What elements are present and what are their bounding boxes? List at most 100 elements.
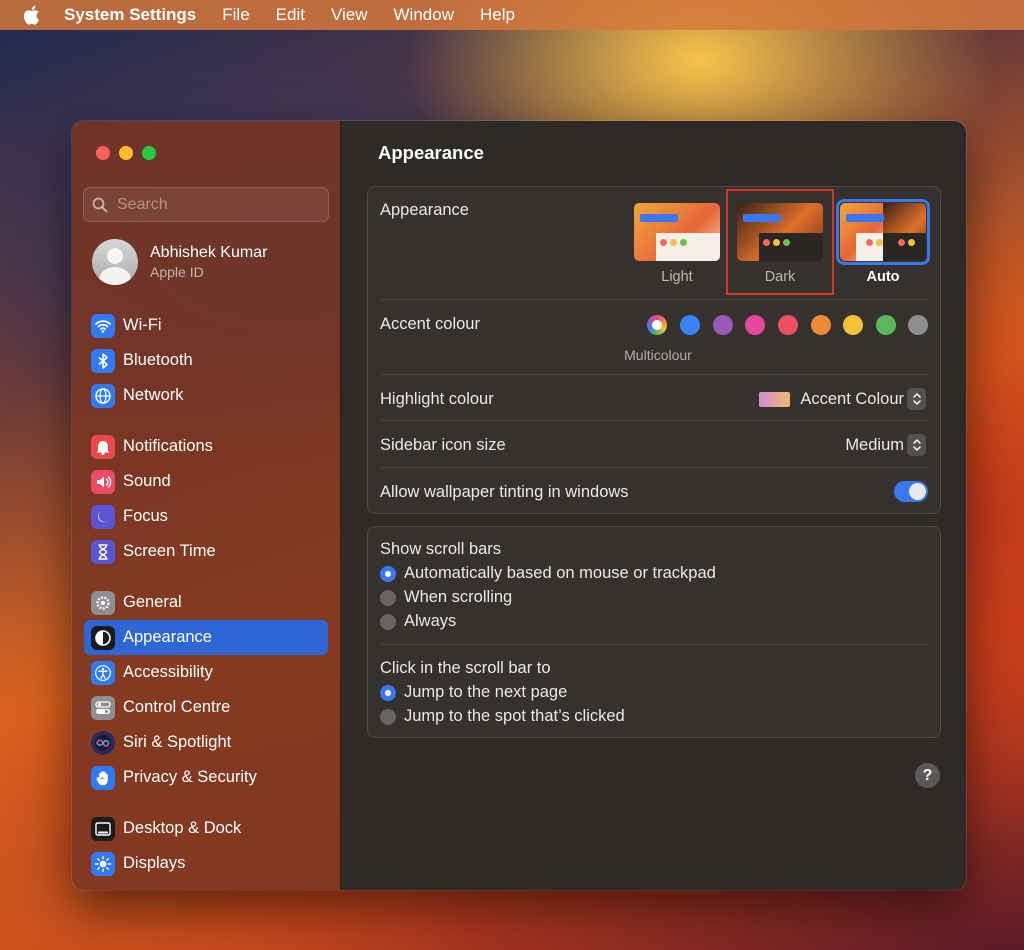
hand-icon xyxy=(91,765,115,790)
divider xyxy=(380,467,928,468)
sidebar-item-label: Siri & Spotlight xyxy=(123,733,232,751)
sidebar-item-sound[interactable]: Sound xyxy=(84,464,328,499)
profile-subtitle: Apple ID xyxy=(150,264,204,280)
search-icon xyxy=(92,197,108,212)
sidebar-item-label: Appearance xyxy=(123,628,212,646)
accent-purple[interactable] xyxy=(713,315,733,335)
apple-logo-icon[interactable] xyxy=(22,5,40,25)
option-label: Jump to the spot that’s clicked xyxy=(404,707,625,725)
sidebar-item-label: Bluetooth xyxy=(123,351,193,369)
accent-yellow[interactable] xyxy=(843,315,863,335)
menu-file[interactable]: File xyxy=(222,5,249,25)
radio-selected[interactable] xyxy=(380,684,396,701)
apple-id-profile[interactable]: Abhishek Kumar Apple ID xyxy=(92,239,267,285)
search-input[interactable] xyxy=(117,195,317,214)
bluetooth-icon xyxy=(91,348,115,373)
close-window-button[interactable] xyxy=(96,146,110,160)
sidebar-item-screen-time[interactable]: Screen Time xyxy=(84,534,328,569)
accent-red[interactable] xyxy=(778,315,798,335)
zoom-window-button[interactable] xyxy=(142,146,156,160)
help-button[interactable]: ? xyxy=(915,763,940,788)
show-scroll-bars-label: Show scroll bars xyxy=(380,540,502,558)
scroll-bars-always-option[interactable]: Always xyxy=(380,612,456,631)
accessibility-icon xyxy=(91,660,115,685)
scroll-click-next-page-option[interactable]: Jump to the next page xyxy=(380,683,567,702)
accent-colour-label: Accent colour xyxy=(380,315,480,333)
highlight-value: Accent Colour xyxy=(800,390,904,408)
wallpaper-tinting-toggle[interactable] xyxy=(894,481,928,502)
sidebar-item-label: Accessibility xyxy=(123,663,213,681)
sidebar-item-label: Displays xyxy=(123,854,186,872)
accent-green[interactable] xyxy=(876,315,896,335)
radio-unselected[interactable] xyxy=(380,613,396,630)
accent-caption: Multicolour xyxy=(624,347,692,363)
light-thumbnail xyxy=(634,203,720,261)
accent-blue[interactable] xyxy=(680,315,700,335)
sidebar-item-accessibility[interactable]: Accessibility xyxy=(84,655,328,690)
sidebar-item-label: Wi-Fi xyxy=(123,316,162,334)
profile-name: Abhishek Kumar xyxy=(150,244,268,261)
scroll-bars-when-scrolling-option[interactable]: When scrolling xyxy=(380,588,512,607)
sidebar-item-general[interactable]: General xyxy=(84,585,328,620)
menu-edit[interactable]: Edit xyxy=(276,5,305,25)
dock-icon xyxy=(91,816,115,841)
sidebar: Abhishek Kumar Apple ID Wi-Fi Bluetooth xyxy=(72,121,341,890)
auto-thumbnail xyxy=(840,203,926,261)
sidebar-nav: Wi-Fi Bluetooth Network Notifications So… xyxy=(84,308,328,890)
sidebar-item-displays[interactable]: Displays xyxy=(84,846,328,881)
accent-pink[interactable] xyxy=(745,315,765,335)
settings-window: Abhishek Kumar Apple ID Wi-Fi Bluetooth xyxy=(72,121,966,890)
chevron-updown-icon xyxy=(907,434,926,456)
sidebar-item-bluetooth[interactable]: Bluetooth xyxy=(84,343,328,378)
sidebar-item-label: Control Centre xyxy=(123,698,231,716)
sidebar-item-label: Network xyxy=(123,386,184,404)
switches-icon xyxy=(91,695,115,720)
sidebar-item-appearance[interactable]: Appearance xyxy=(84,620,328,655)
radio-unselected[interactable] xyxy=(380,708,396,725)
sidebar-item-label: Screen Time xyxy=(123,542,216,560)
highlight-swatch xyxy=(759,392,790,407)
divider xyxy=(380,299,928,300)
sidebar-item-label: Focus xyxy=(123,507,168,525)
dark-highlight-box xyxy=(726,189,834,295)
search-field[interactable] xyxy=(83,187,329,222)
sidebar-item-wifi[interactable]: Wi-Fi xyxy=(84,308,328,343)
sidebar-item-label: General xyxy=(123,593,182,611)
accent-multicolour[interactable] xyxy=(647,315,667,335)
wallpaper-tinting-label: Allow wallpaper tinting in windows xyxy=(380,483,629,501)
sidebar-item-label: Privacy & Security xyxy=(123,768,257,786)
option-label: Jump to the next page xyxy=(404,683,568,701)
sidebar-item-desktop-dock[interactable]: Desktop & Dock xyxy=(84,811,328,846)
sidebar-item-network[interactable]: Network xyxy=(84,378,328,413)
sidebar-icon-size-label: Sidebar icon size xyxy=(380,436,506,454)
nav-group-notifications: Notifications Sound Focus Screen Time xyxy=(84,429,328,569)
accent-graphite[interactable] xyxy=(908,315,928,335)
radio-selected[interactable] xyxy=(380,565,396,582)
sidebar-item-label: Sound xyxy=(123,472,171,490)
wifi-icon xyxy=(91,313,115,338)
highlight-colour-label: Highlight colour xyxy=(380,390,494,408)
option-label: Automatically based on mouse or trackpad xyxy=(404,564,716,582)
sidebar-item-focus[interactable]: Focus xyxy=(84,499,328,534)
menu-view[interactable]: View xyxy=(331,5,368,25)
sidebar-item-siri-spotlight[interactable]: Siri & Spotlight xyxy=(84,725,328,760)
sidebar-item-label: Notifications xyxy=(123,437,213,455)
siri-icon xyxy=(91,730,115,755)
gear-icon xyxy=(91,590,115,615)
appearance-settings-card: Appearance Light Dark Auto Accent colour… xyxy=(367,186,941,514)
menu-help[interactable]: Help xyxy=(480,5,515,25)
option-label: Always xyxy=(404,612,457,630)
page-title: Appearance xyxy=(378,142,484,163)
nav-group-desktop: Desktop & Dock Displays xyxy=(84,811,328,881)
accent-orange[interactable] xyxy=(811,315,831,335)
menu-app-name[interactable]: System Settings xyxy=(64,5,196,25)
radio-unselected[interactable] xyxy=(380,589,396,606)
minimize-window-button[interactable] xyxy=(119,146,133,160)
sidebar-item-notifications[interactable]: Notifications xyxy=(84,429,328,464)
sidebar-item-privacy-security[interactable]: Privacy & Security xyxy=(84,760,328,795)
scroll-bars-automatic-option[interactable]: Automatically based on mouse or trackpad xyxy=(380,564,716,583)
menu-window[interactable]: Window xyxy=(394,5,454,25)
sidebar-item-control-centre[interactable]: Control Centre xyxy=(84,690,328,725)
sidebar-item-label: Desktop & Dock xyxy=(123,819,242,837)
scroll-click-spot-option[interactable]: Jump to the spot that’s clicked xyxy=(380,707,625,726)
